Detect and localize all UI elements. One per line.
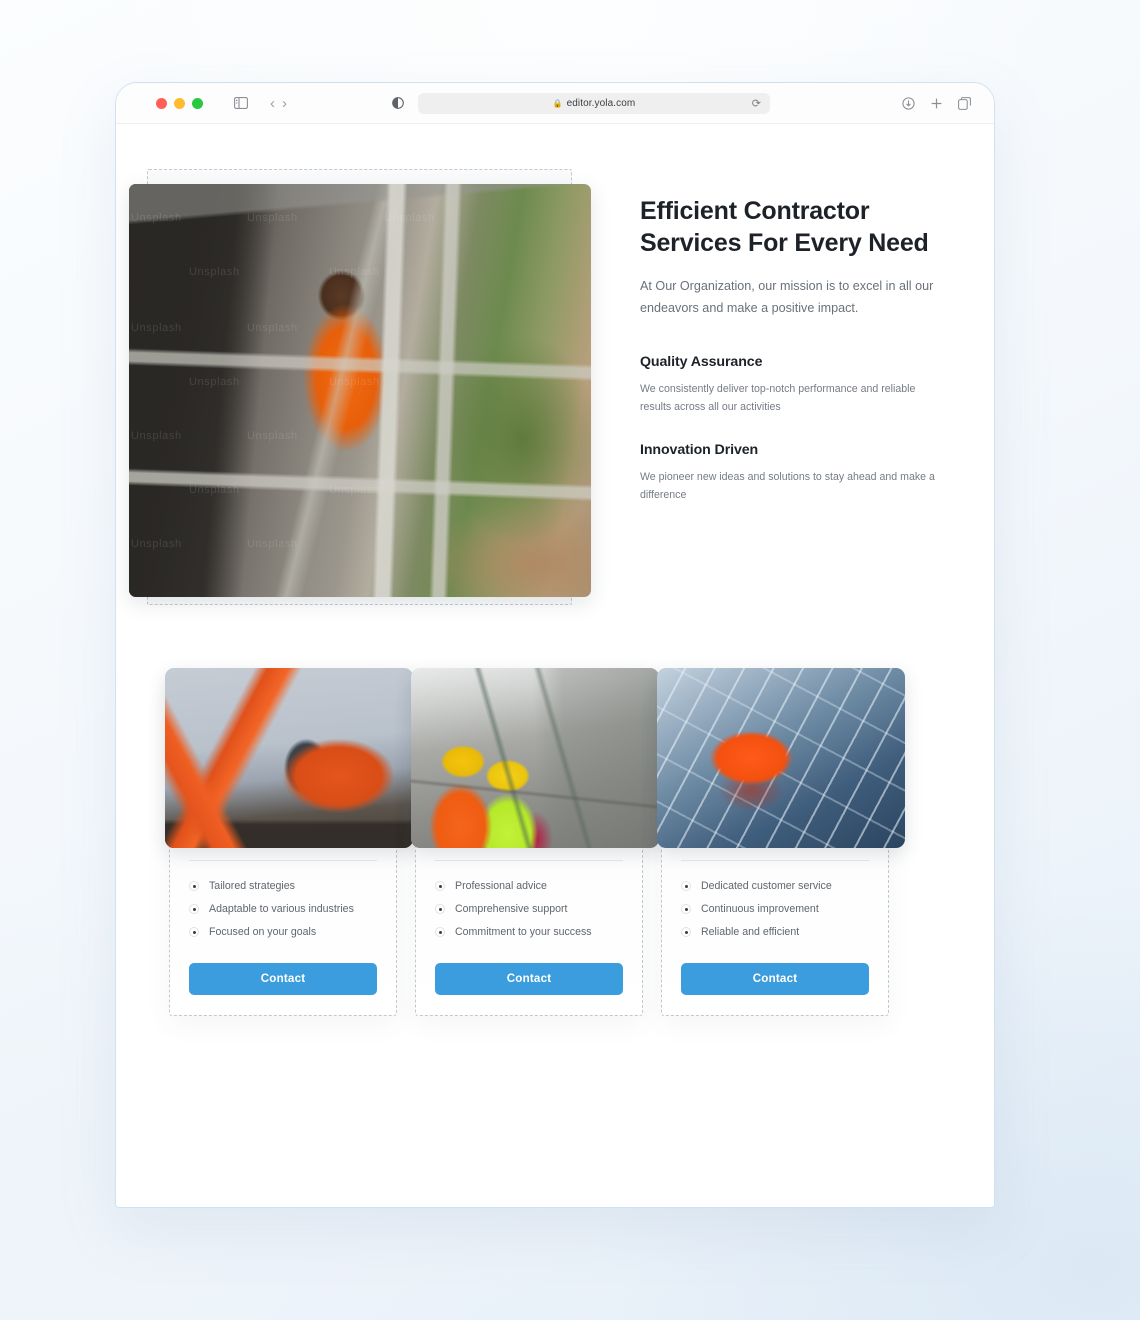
maximize-window-button[interactable]	[192, 97, 203, 109]
bullet-icon	[189, 927, 199, 938]
construction-worker-photo	[129, 184, 591, 597]
card-image[interactable]	[411, 668, 659, 848]
excavator-photo	[165, 668, 413, 848]
card-bullet-list: Professional advice Comprehensive suppor…	[435, 875, 623, 944]
contact-button[interactable]: Contact	[189, 962, 377, 995]
list-item-label: Dedicated customer service	[701, 880, 832, 893]
toolbar-right-actions[interactable]	[902, 96, 971, 110]
lock-icon: 🔒	[552, 98, 563, 108]
list-item-label: Tailored strategies	[209, 880, 295, 893]
bullet-icon	[435, 927, 445, 938]
minimize-window-button[interactable]	[174, 97, 185, 109]
list-item-label: Professional advice	[455, 880, 547, 893]
list-item-label: Adaptable to various industries	[209, 903, 354, 916]
card-divider	[435, 859, 623, 861]
bullet-icon	[681, 904, 691, 915]
hero-copy: Efficient Contractor Services For Every …	[640, 196, 940, 505]
list-item: Dedicated customer service	[681, 875, 869, 898]
feature-title: Innovation Driven	[640, 442, 759, 459]
list-item: Comprehensive support	[435, 898, 623, 921]
card-divider	[681, 859, 869, 861]
url-text: editor.yola.com	[566, 97, 636, 109]
hard-hat-solar-photo	[657, 668, 905, 848]
bullet-icon	[189, 881, 199, 892]
sidebar-toggle-icon[interactable]	[234, 97, 248, 109]
bullet-icon	[189, 904, 199, 915]
contact-button[interactable]: Contact	[435, 962, 623, 995]
list-item-label: Commitment to your success	[455, 926, 592, 939]
feature-text: We consistently deliver top-notch perfor…	[640, 382, 916, 414]
list-item: Continuous improvement	[681, 898, 869, 921]
reload-icon[interactable]: ⟳	[752, 97, 761, 110]
card-divider	[189, 859, 377, 861]
list-item: Professional advice	[435, 875, 623, 898]
hero-lead: At Our Organization, our mission is to e…	[640, 279, 934, 315]
browser-window: ‹ › 🔒 editor.yola.com ⟳ Efficient Contra…	[115, 82, 995, 1208]
hero-image[interactable]: Unsplash Unsplash Unsplash Unsplash Unsp…	[129, 184, 591, 597]
card-image[interactable]	[165, 668, 413, 848]
close-window-button[interactable]	[156, 97, 167, 109]
bullet-icon	[435, 904, 445, 915]
page-canvas: Unsplash Unsplash Unsplash Unsplash Unsp…	[116, 124, 994, 1207]
bullet-icon	[681, 881, 691, 892]
service-card-expert-guidance[interactable]: Expert Guidance Our experienced team is …	[411, 668, 659, 1016]
workers-photo	[411, 668, 659, 848]
contact-button[interactable]: Contact	[681, 962, 869, 995]
card-bullet-list: Dedicated customer service Continuous im…	[681, 875, 869, 944]
service-cards: Custom Solutions We provide personalized…	[165, 668, 959, 1016]
list-item-label: Reliable and efficient	[701, 926, 800, 939]
service-card-custom-solutions[interactable]: Custom Solutions We provide personalized…	[165, 668, 413, 1016]
reader-view-icon[interactable]	[392, 97, 404, 109]
download-icon[interactable]	[902, 96, 915, 110]
service-card-comprehensive-support[interactable]: Comprehensive Support We offer extensive…	[657, 668, 905, 1016]
address-bar[interactable]: 🔒 editor.yola.com ⟳	[418, 92, 770, 114]
feature-quality-assurance: Quality Assurance We consistently delive…	[640, 354, 940, 416]
card-bullet-list: Tailored strategies Adaptable to various…	[189, 875, 377, 944]
bullet-icon	[681, 927, 691, 938]
list-item: Reliable and efficient	[681, 921, 869, 944]
feature-title: Quality Assurance	[640, 353, 763, 370]
plus-icon[interactable]	[930, 97, 943, 110]
list-item-label: Comprehensive support	[455, 903, 568, 916]
tab-overview-icon[interactable]	[958, 96, 971, 110]
list-item: Commitment to your success	[435, 921, 623, 944]
back-button[interactable]: ‹	[270, 96, 275, 111]
forward-button[interactable]: ›	[282, 96, 287, 111]
list-item-label: Continuous improvement	[701, 903, 819, 916]
page-title: Efficient Contractor Services For Every …	[640, 197, 929, 257]
list-item: Focused on your goals	[189, 921, 377, 944]
browser-toolbar: ‹ › 🔒 editor.yola.com ⟳	[116, 83, 994, 124]
hero-image-block[interactable]: Unsplash Unsplash Unsplash Unsplash Unsp…	[129, 169, 591, 605]
card-image[interactable]	[657, 668, 905, 848]
nav-arrows[interactable]: ‹ ›	[270, 96, 287, 111]
feature-text: We pioneer new ideas and solutions to st…	[640, 471, 935, 502]
bullet-icon	[435, 881, 445, 892]
list-item-label: Focused on your goals	[209, 926, 317, 939]
list-item: Adaptable to various industries	[189, 898, 377, 921]
feature-innovation-driven: Innovation Driven We pioneer new ideas a…	[640, 442, 940, 504]
list-item: Tailored strategies	[189, 875, 377, 898]
traffic-lights[interactable]	[156, 97, 203, 109]
